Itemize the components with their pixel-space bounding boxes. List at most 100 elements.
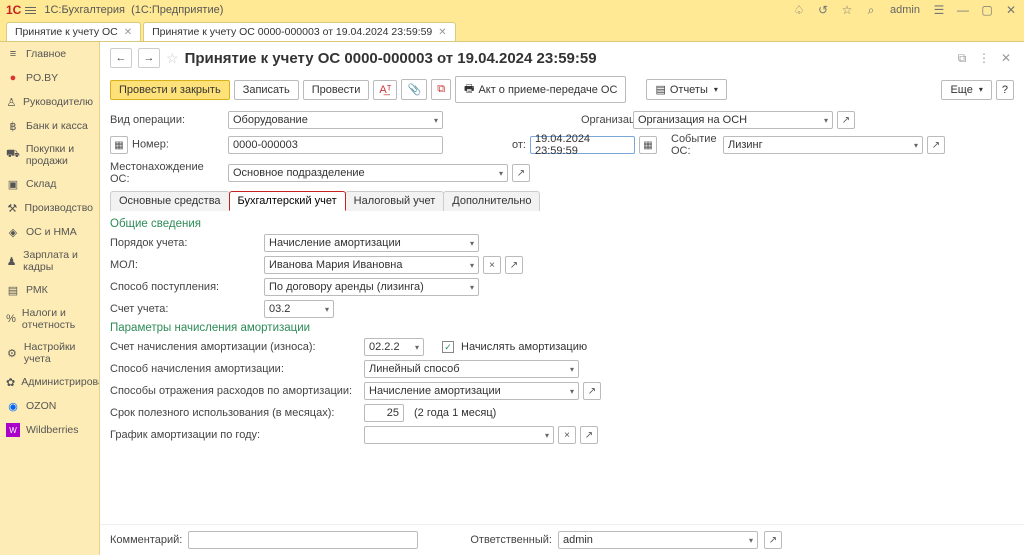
event-label: Событие ОС: — [671, 133, 719, 157]
date-label: от: — [447, 139, 526, 151]
print-button[interactable]: 🖶Акт о приеме-передаче ОС — [455, 76, 626, 103]
nachisl-checkbox[interactable]: ✓ — [442, 341, 454, 353]
cart-icon: ⛟ — [6, 148, 20, 162]
subtab-nalog[interactable]: Налоговый учет — [345, 191, 445, 211]
user-name[interactable]: admin — [890, 4, 920, 16]
sidebar-nastr[interactable]: ⚙Настройки учета — [0, 336, 99, 370]
report-icon: % — [6, 312, 16, 326]
maximize-icon[interactable]: ▢ — [980, 3, 994, 17]
schet-am-label: Счет начисления амортизации (износа): — [110, 341, 360, 353]
bell-icon[interactable]: ♤ — [792, 3, 806, 17]
event-open-button[interactable]: ↗ — [927, 136, 945, 154]
close-doc-icon[interactable]: ✕ — [998, 50, 1014, 66]
sidebar-sklad[interactable]: ▣Склад — [0, 172, 99, 196]
post-button[interactable]: Провести — [303, 80, 370, 100]
nachisl-label: Начислять амортизацию — [461, 341, 587, 353]
subtab-os[interactable]: Основные средства — [110, 191, 230, 211]
people-icon: ♟ — [6, 254, 17, 268]
mol-open-button[interactable]: ↗ — [505, 256, 523, 274]
movements-button[interactable]: А̲ᵀ — [373, 80, 397, 100]
app-logo: 1C — [6, 3, 21, 17]
content: ← → ☆ Принятие к учету ОС 0000-000003 от… — [100, 42, 1024, 555]
tab-1[interactable]: Принятие к учету ОС✕ — [6, 22, 141, 41]
responsible-field[interactable]: admin▾ — [558, 531, 758, 549]
responsible-open-button[interactable]: ↗ — [764, 531, 782, 549]
close-icon[interactable]: ✕ — [1004, 3, 1018, 17]
search-icon[interactable]: ⌕ — [864, 3, 878, 17]
sposob-post-label: Способ поступления: — [110, 281, 260, 293]
back-button[interactable]: ← — [110, 48, 132, 68]
org-open-button[interactable]: ↗ — [837, 111, 855, 129]
location-field[interactable]: Основное подразделение▾ — [228, 164, 508, 182]
schet-label: Счет учета: — [110, 303, 260, 315]
sposob-rash-field[interactable]: Начисление амортизации▾ — [364, 382, 579, 400]
sidebar-ruk[interactable]: ♙Руководителю — [0, 90, 99, 114]
attach-button[interactable]: 📎 — [401, 79, 427, 100]
menu-icon[interactable] — [25, 7, 36, 14]
sidebar-wb[interactable]: WWildberries — [0, 418, 99, 442]
bottom-bar: Комментарий: Ответственный: admin▾ ↗ — [100, 524, 1024, 555]
forward-button[interactable]: → — [138, 48, 160, 68]
save-button[interactable]: Записать — [234, 80, 299, 100]
schet-field[interactable]: 03.2▾ — [264, 300, 334, 318]
number-field[interactable]: 0000-000003 — [228, 136, 443, 154]
event-field[interactable]: Лизинг▾ — [723, 136, 923, 154]
sidebar-osnma[interactable]: ◈ОС и НМА — [0, 220, 99, 244]
operation-type-field[interactable]: Оборудование▾ — [228, 111, 443, 129]
sidebar-nalog[interactable]: %Налоги и отчетность — [0, 302, 99, 336]
section-general: Общие сведения — [110, 218, 1014, 230]
grafik-field[interactable]: ▾ — [364, 426, 554, 444]
schet-am-field[interactable]: 02.2.2▾ — [364, 338, 424, 356]
grafik-clear-button[interactable]: × — [558, 426, 576, 444]
factory-icon: ⚒ — [6, 201, 19, 215]
minimize-icon[interactable]: — — [956, 3, 970, 17]
sposob-rash-open-button[interactable]: ↗ — [583, 382, 601, 400]
calendar-button[interactable]: ▦ — [639, 136, 657, 154]
location-label: Местонахождение ОС: — [110, 161, 224, 185]
sidebar-pokup[interactable]: ⛟Покупки и продажи — [0, 138, 99, 172]
sposob-post-field[interactable]: По договору аренды (лизинга)▾ — [264, 278, 479, 296]
location-open-button[interactable]: ↗ — [512, 164, 530, 182]
date-field[interactable]: 19.04.2024 23:59:59 — [530, 136, 635, 154]
bank-icon: ฿ — [6, 119, 20, 133]
star-icon[interactable]: ☆ — [840, 3, 854, 17]
srok-label: Срок полезного использования (в месяцах)… — [110, 407, 360, 419]
os-icon: ◈ — [6, 225, 20, 239]
srok-field[interactable]: 25 — [364, 404, 404, 422]
subtab-dop[interactable]: Дополнительно — [443, 191, 540, 211]
reports-button[interactable]: ▤Отчеты▾ — [646, 79, 726, 100]
sidebar-bank[interactable]: ฿Банк и касса — [0, 114, 99, 138]
tab-close-icon[interactable]: ✕ — [438, 27, 446, 38]
favorite-icon[interactable]: ☆ — [166, 50, 179, 67]
history-icon[interactable]: ↺ — [816, 3, 830, 17]
subtab-buh[interactable]: Бухгалтерский учет — [229, 191, 346, 211]
mol-field[interactable]: Иванова Мария Ивановна▾ — [264, 256, 479, 274]
tab-close-icon[interactable]: ✕ — [124, 27, 132, 38]
sidebar-admin[interactable]: ✿Администрирование — [0, 370, 99, 394]
post-and-close-button[interactable]: Провести и закрыть — [110, 80, 230, 100]
number-clear-icon[interactable]: ▦ — [110, 136, 128, 154]
poryadok-field[interactable]: Начисление амортизации▾ — [264, 234, 479, 252]
comment-field[interactable] — [188, 531, 418, 549]
box-icon: ▣ — [6, 177, 20, 191]
tab-2[interactable]: Принятие к учету ОС 0000-000003 от 19.04… — [143, 22, 456, 41]
mol-clear-button[interactable]: × — [483, 256, 501, 274]
grafik-open-button[interactable]: ↗ — [580, 426, 598, 444]
caret-icon[interactable]: ☰ — [932, 3, 946, 17]
more-button[interactable]: Еще▾ — [941, 80, 991, 100]
sidebar-main[interactable]: ≡Главное — [0, 42, 99, 66]
sidebar-zarp[interactable]: ♟Зарплата и кадры — [0, 244, 99, 278]
link-icon[interactable]: ⧉ — [954, 50, 970, 66]
wb-icon: W — [6, 423, 20, 437]
kebab-icon[interactable]: ⋮ — [976, 50, 992, 66]
toolbar: Провести и закрыть Записать Провести А̲ᵀ… — [100, 74, 1024, 109]
sidebar-proizv[interactable]: ⚒Производство — [0, 196, 99, 220]
info-button[interactable]: ⧉ — [431, 79, 451, 100]
poby-icon: ● — [6, 71, 20, 85]
help-button[interactable]: ? — [996, 80, 1014, 100]
sposob-am-field[interactable]: Линейный способ▾ — [364, 360, 579, 378]
sidebar-ozon[interactable]: ◉OZON — [0, 394, 99, 418]
sidebar-poby[interactable]: ●PO.BY — [0, 66, 99, 90]
org-field[interactable]: Организация на ОСН▾ — [633, 111, 833, 129]
sidebar-pmk[interactable]: ▤РМК — [0, 278, 99, 302]
